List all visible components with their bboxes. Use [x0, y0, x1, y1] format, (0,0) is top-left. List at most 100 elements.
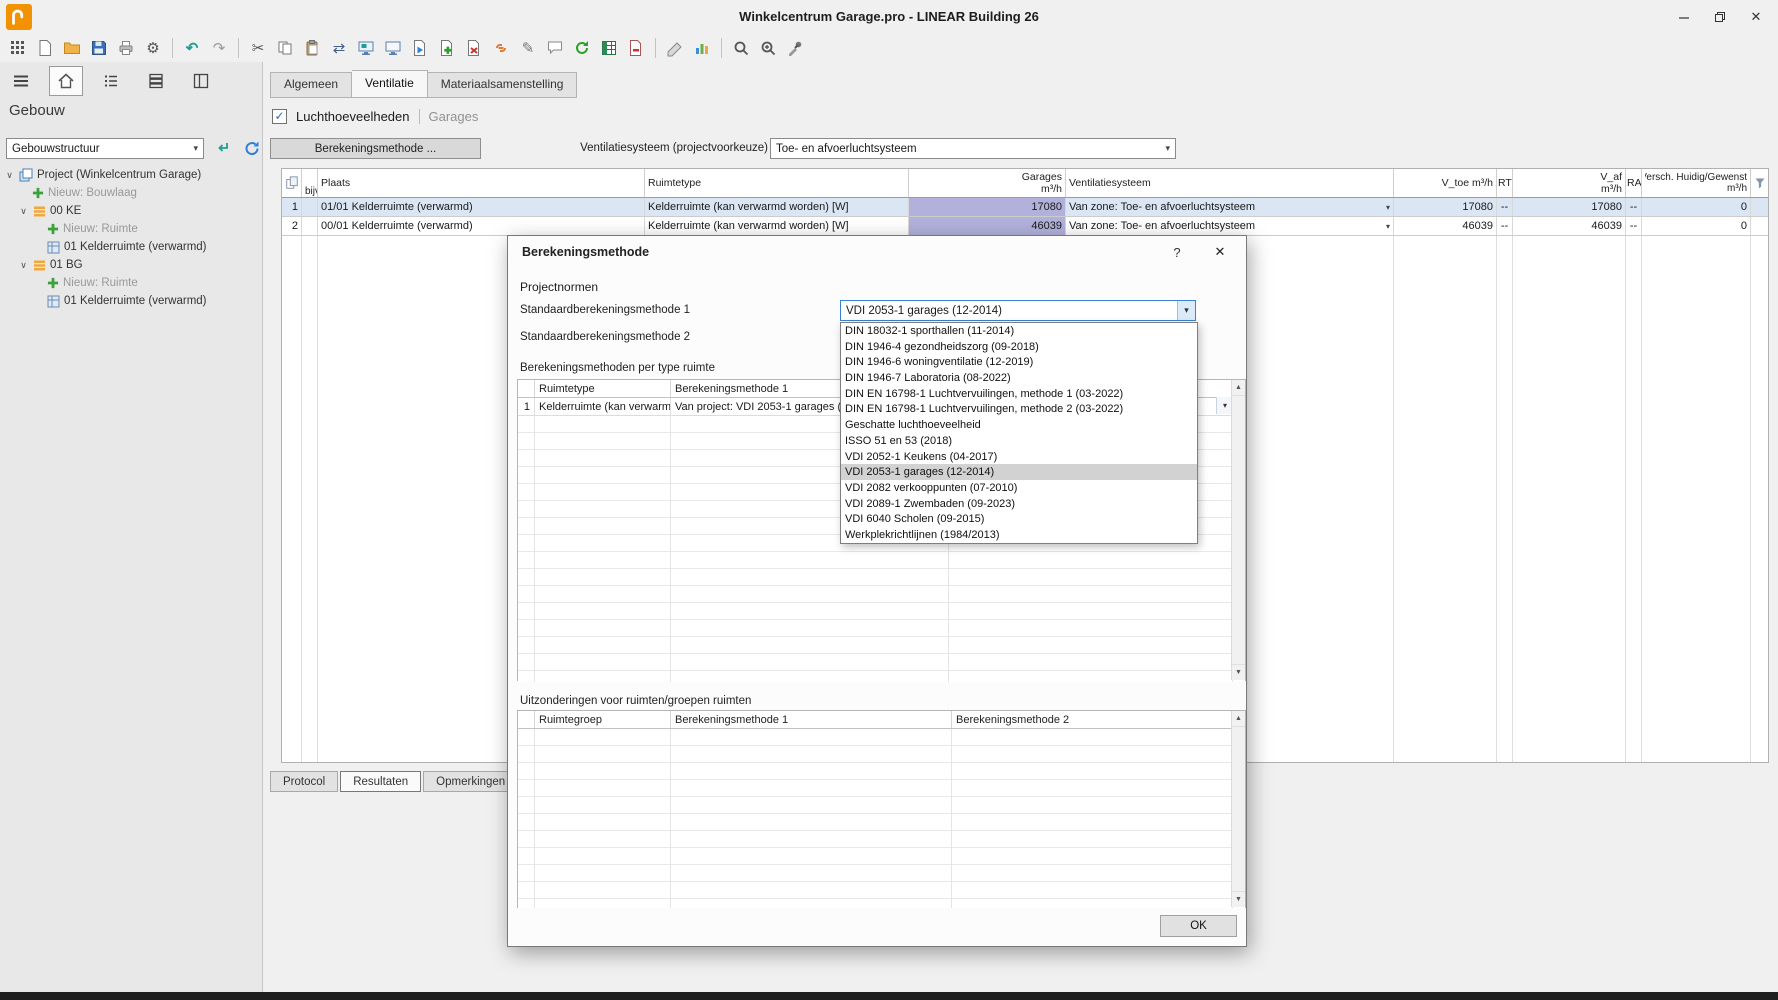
row-garages[interactable]: 46039	[909, 217, 1066, 235]
col-ventilatiesysteem[interactable]: Ventilatiesysteem	[1066, 169, 1394, 197]
ventilatiesysteem-select[interactable]: Toe- en afvoerluchtsysteem ▾	[770, 138, 1176, 159]
tree-item-nieuw-bouwlaag[interactable]: Nieuw: Bouwlaag	[0, 184, 260, 202]
row-vaf[interactable]: 17080	[1513, 198, 1626, 216]
dialog-help-button[interactable]: ?	[1166, 242, 1188, 262]
minimize-button[interactable]	[1666, 0, 1702, 34]
col-plaats[interactable]: Plaats	[318, 169, 645, 197]
structure-select[interactable]: Gebouwstructuur ▾	[6, 138, 204, 159]
collapse-tree-button[interactable]	[212, 137, 234, 159]
redo-button[interactable]: ↷	[207, 36, 231, 60]
dropdown-option[interactable]: VDI 2082 verkooppunten (07-2010)	[841, 480, 1197, 496]
pages-header-cell[interactable]	[282, 169, 302, 197]
combo-arrow-icon[interactable]: ▾	[1386, 222, 1390, 231]
dropdown-option[interactable]: DIN 1946-7 Laboratoria (08-2022)	[841, 370, 1197, 386]
row-ruimtetype[interactable]: Kelderruimte (kan verwarmd worden) [W]	[645, 217, 909, 235]
screen-note-button[interactable]	[354, 36, 378, 60]
row-ra[interactable]: --	[1626, 217, 1642, 235]
dropdown-option[interactable]: ISSO 51 en 53 (2018)	[841, 433, 1197, 449]
tree-item-00-ke[interactable]: ∨ 00 KE	[0, 202, 260, 220]
doc-run-button[interactable]	[408, 36, 432, 60]
sync-button[interactable]: ⇄	[327, 36, 351, 60]
undo-button[interactable]: ↶	[180, 36, 204, 60]
col-ra[interactable]: RA	[1626, 169, 1642, 197]
tree-item-project[interactable]: ∨ Project (Winkelcentrum Garage)	[0, 166, 260, 184]
exceptions-table-scrollbar[interactable]: ▲ ▼	[1231, 711, 1245, 907]
new-file-button[interactable]	[33, 36, 57, 60]
edit-button[interactable]: ✎	[516, 36, 540, 60]
dropdown-option[interactable]: DIN 1946-6 woningventilatie (12-2019)	[841, 354, 1197, 370]
screen-button[interactable]	[381, 36, 405, 60]
restore-button[interactable]	[1702, 0, 1738, 34]
room-list-button[interactable]	[94, 66, 128, 96]
table-row[interactable]: 2 00/01 Kelderruimte (verwarmd) Kelderru…	[282, 217, 1768, 236]
eyedropper-button[interactable]	[783, 36, 807, 60]
col-garages[interactable]: Garages m³/h	[909, 169, 1066, 197]
tab-algemeen[interactable]: Algemeen	[270, 72, 352, 98]
dropdown-option[interactable]: VDI 2052-1 Keukens (04-2017)	[841, 449, 1197, 465]
room-table-scrollbar[interactable]: ▲ ▼	[1231, 380, 1245, 680]
col-rt[interactable]: RT	[1497, 169, 1513, 197]
dropdown-option[interactable]: DIN 18032-1 sporthallen (11-2014)	[841, 323, 1197, 339]
menu-button[interactable]	[4, 66, 38, 96]
row-plaats[interactable]: 00/01 Kelderruimte (verwarmd)	[318, 217, 645, 235]
row-rt[interactable]: --	[1497, 217, 1513, 235]
col-bijv[interactable]: bijv	[302, 169, 318, 197]
comment-button[interactable]	[543, 36, 567, 60]
row-ra[interactable]: --	[1626, 198, 1642, 216]
row-ventilatiesysteem[interactable]: Van zone: Toe- en afvoerluchtsysteem▾	[1066, 217, 1394, 235]
row-vtoe[interactable]: 46039	[1394, 217, 1497, 235]
row-ruimtetype[interactable]: Kelderruimte (kan verwarmd worden) [W]	[645, 198, 909, 216]
col-ruimtetype[interactable]: Ruimtetype	[535, 380, 671, 397]
luchthoeveelheden-checkbox[interactable]: ✓	[272, 109, 287, 124]
eraser-button[interactable]	[663, 36, 687, 60]
col-ruimtetype[interactable]: Ruimtetype	[645, 169, 909, 197]
chart-button[interactable]	[690, 36, 714, 60]
copy-button[interactable]	[273, 36, 297, 60]
row-ruimtetype[interactable]: Kelderruimte (kan verwarmd ...	[535, 398, 671, 415]
tab-ventilatie[interactable]: Ventilatie	[352, 70, 428, 98]
col-vtoe[interactable]: V_toe m³/h	[1394, 169, 1497, 197]
tree-item-01-bg[interactable]: ∨ 01 BG	[0, 256, 260, 274]
dropdown-option[interactable]: DIN 1946-4 gezondheidszorg (09-2018)	[841, 339, 1197, 355]
spreadsheet-button[interactable]	[597, 36, 621, 60]
chevron-expanded-icon[interactable]: ∨	[18, 260, 29, 271]
row-versch[interactable]: 0	[1642, 198, 1751, 216]
refresh-tree-button[interactable]	[241, 137, 263, 159]
chevron-expanded-icon[interactable]: ∨	[4, 170, 15, 181]
doc-remove-button[interactable]	[624, 36, 648, 60]
combo-arrow-icon[interactable]: ▾	[1177, 301, 1195, 320]
dropdown-option[interactable]: DIN EN 16798-1 Luchtvervuilingen, method…	[841, 402, 1197, 418]
method1-select[interactable]: VDI 2053-1 garages (12-2014) ▾	[840, 300, 1196, 321]
garages-view-link[interactable]: Garages	[429, 109, 479, 124]
building-view-button[interactable]	[49, 66, 83, 96]
print-button[interactable]	[114, 36, 138, 60]
col-ruimtegroep[interactable]: Ruimtegroep	[535, 711, 671, 728]
tree-item-nieuw-ruimte-2[interactable]: Nieuw: Ruimte	[0, 274, 260, 292]
row-ventilatiesysteem[interactable]: Van zone: Toe- en afvoerluchtsysteem▾	[1066, 198, 1394, 216]
combo-arrow-icon[interactable]: ▾	[1386, 203, 1390, 212]
filter-header-cell[interactable]	[1751, 169, 1768, 197]
dropdown-option[interactable]: DIN EN 16798-1 Luchtvervuilingen, method…	[841, 386, 1197, 402]
dropdown-option[interactable]: Werkplekrichtlijnen (1984/2013)	[841, 527, 1197, 543]
col-versch[interactable]: Versch. Huidig/Gewenst m³/h	[1642, 169, 1751, 197]
table-row[interactable]: 1 01/01 Kelderruimte (verwarmd) Kelderru…	[282, 198, 1768, 217]
app-logo-icon[interactable]	[6, 4, 32, 30]
doc-add-button[interactable]	[435, 36, 459, 60]
dialog-close-button[interactable]: ✕	[1206, 241, 1234, 263]
col-berekeningsmethode-1[interactable]: Berekeningsmethode 1	[671, 711, 952, 728]
scroll-down-icon[interactable]: ▼	[1232, 891, 1245, 907]
tree-item-kelderruimte-2[interactable]: 01 Kelderruimte (verwarmd)	[0, 292, 260, 310]
link-button[interactable]	[489, 36, 513, 60]
search-button[interactable]	[729, 36, 753, 60]
ok-button[interactable]: OK	[1160, 915, 1237, 937]
paste-button[interactable]	[300, 36, 324, 60]
settings-button[interactable]: ⚙	[141, 36, 165, 60]
tab-resultaten[interactable]: Resultaten	[340, 771, 421, 792]
row-versch[interactable]: 0	[1642, 217, 1751, 235]
refresh-button[interactable]	[570, 36, 594, 60]
save-button[interactable]	[87, 36, 111, 60]
dropdown-option[interactable]: VDI 2089-1 Zwembaden (09-2023)	[841, 496, 1197, 512]
scroll-down-icon[interactable]: ▼	[1232, 664, 1245, 680]
layer-stack-button[interactable]	[139, 66, 173, 96]
scroll-up-icon[interactable]: ▲	[1232, 380, 1245, 396]
